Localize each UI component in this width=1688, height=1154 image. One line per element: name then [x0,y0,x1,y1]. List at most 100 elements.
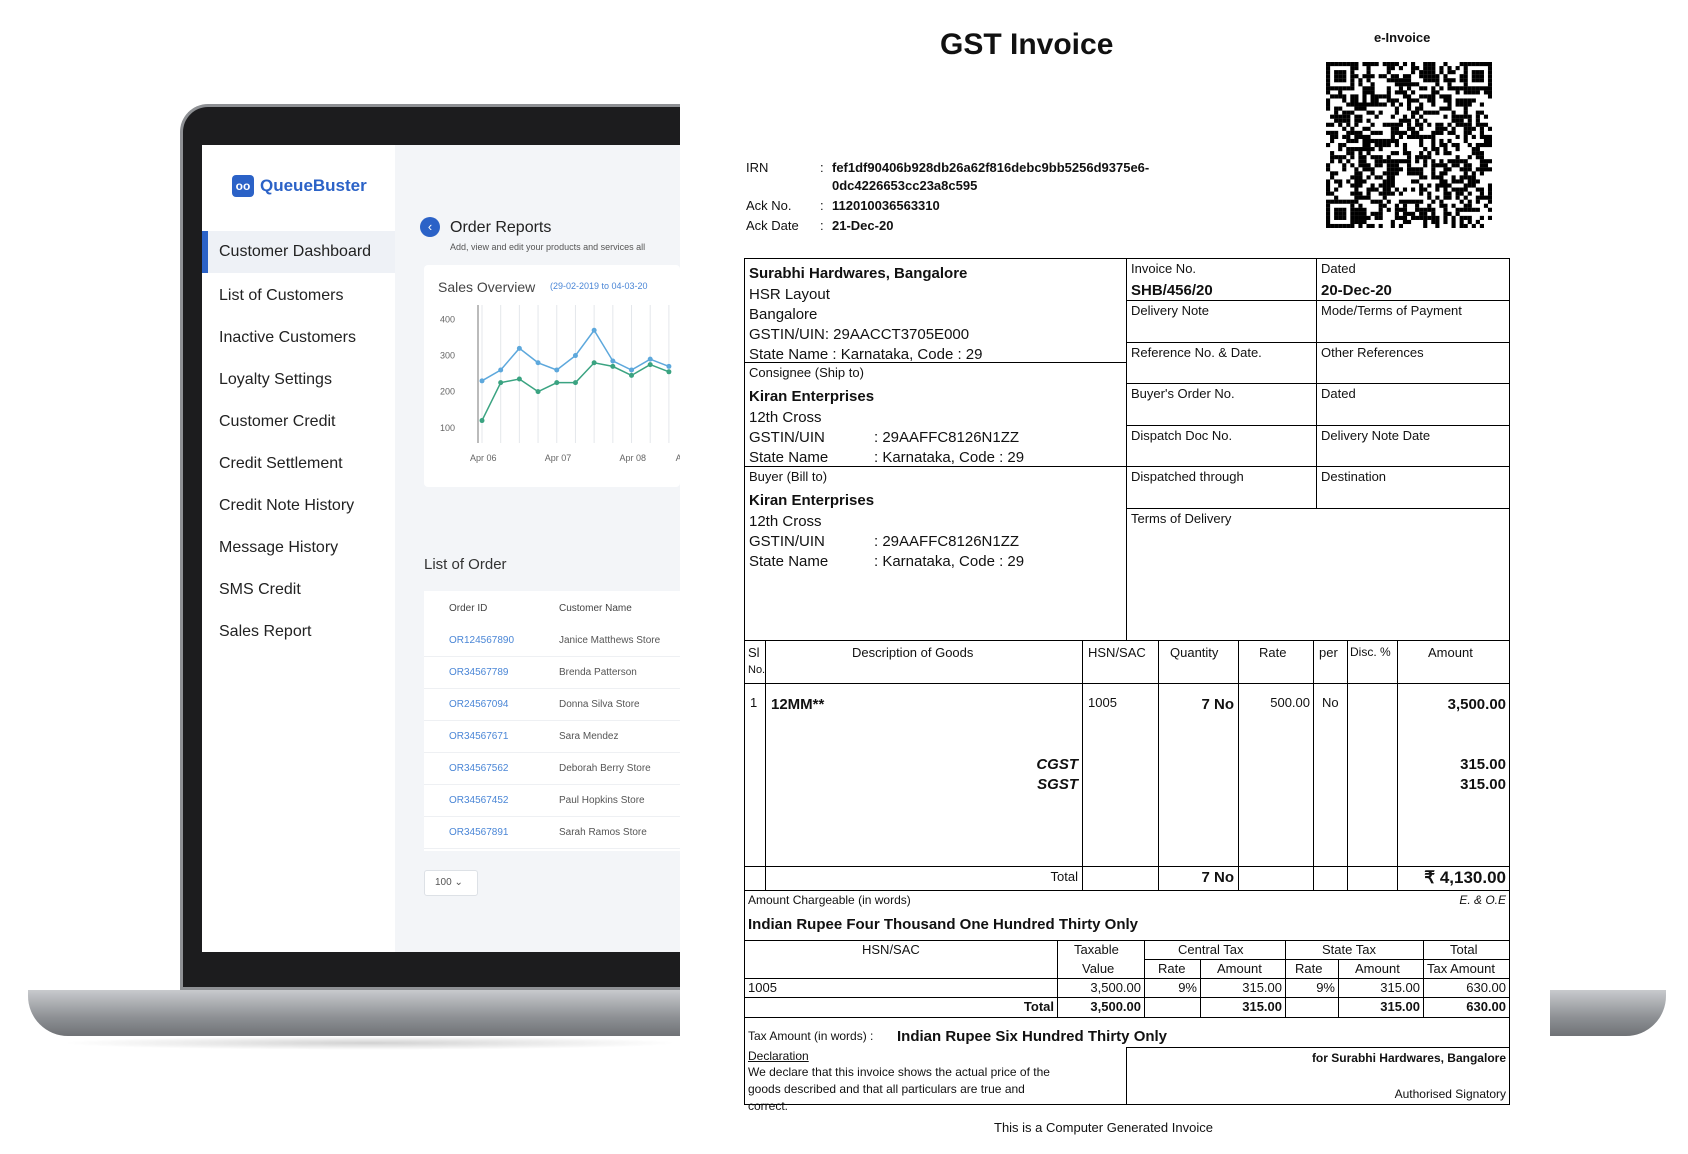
sidebar-item-sales-report[interactable]: Sales Report [202,611,395,653]
back-arrow-icon[interactable]: ‹ [420,217,440,237]
column-header-order-id[interactable]: Order ID [449,603,487,614]
qr-module [1423,66,1428,71]
qr-module [1354,66,1359,71]
order-id-link[interactable]: OR24567094 [449,699,509,710]
data-point[interactable] [629,372,635,378]
qr-module [1467,142,1472,148]
data-point[interactable] [647,362,653,368]
order-id-link[interactable]: OR124567890 [449,635,514,646]
qr-module [1358,151,1363,156]
tax-row-hsn: 1005 [748,980,777,995]
page-size-select[interactable]: 100 ⌄ [424,870,478,896]
qr-module [1326,78,1331,83]
data-point[interactable] [666,363,672,369]
qr-module [1378,130,1383,135]
qr-module [1459,78,1464,83]
table-row[interactable]: OR34567891 Sarah Ramos Store [424,817,680,849]
data-point[interactable] [666,369,672,375]
qr-module [1475,142,1480,148]
qr-module [1326,199,1331,204]
tax-total-total: 630.00 [1466,999,1506,1014]
page-subtitle: Add, view and edit your products and ser… [450,242,646,252]
qr-module [1435,126,1440,131]
table-row[interactable]: OR124567890 Janice Matthews Store [424,625,680,657]
sidebar-item-customer-credit[interactable]: Customer Credit [202,401,395,443]
data-point[interactable] [591,327,597,333]
sidebar-item-message-history[interactable]: Message History [202,527,395,569]
table-row[interactable]: OR24567094 Donna Silva Store [424,689,680,721]
data-point[interactable] [535,389,541,395]
sidebar-item-loyalty-settings[interactable]: Loyalty Settings [202,359,395,401]
qr-module [1439,203,1444,208]
sidebar-item-credit-settlement[interactable]: Credit Settlement [202,443,395,485]
qr-module [1419,151,1424,156]
sidebar-item-credit-note-history[interactable]: Credit Note History [202,485,395,527]
qr-module [1439,70,1444,75]
table-row[interactable]: OR34567671 Sara Mendez [424,721,680,753]
data-point[interactable] [572,353,578,359]
qr-module [1402,211,1408,216]
qr-module [1394,207,1399,212]
data-point[interactable] [610,358,616,364]
qr-module [1455,159,1460,164]
data-point[interactable] [610,363,616,369]
qr-module [1419,94,1424,99]
qr-module [1334,155,1339,160]
qr-module [1338,211,1343,216]
qr-module [1398,191,1404,196]
qr-module [1463,167,1468,172]
qr-module [1415,155,1420,160]
qr-module [1350,82,1355,87]
table-row[interactable]: OR34567452 Paul Hopkins Store [424,785,680,817]
qr-module [1415,179,1420,184]
data-point[interactable] [516,345,522,351]
data-point[interactable] [535,360,541,366]
order-id-link[interactable]: OR34567891 [449,827,509,838]
sidebar-item-list-of-customers[interactable]: List of Customers [202,275,395,317]
declaration-line-3: correct. [748,1099,789,1113]
qr-module [1358,203,1363,208]
order-id-link[interactable]: OR34567671 [449,731,509,742]
qr-module [1350,86,1355,91]
data-point[interactable] [591,360,597,366]
qr-module [1415,106,1420,111]
qr-module [1447,86,1452,91]
data-point[interactable] [572,380,578,386]
data-point[interactable] [479,418,485,424]
data-point[interactable] [554,367,560,373]
data-point[interactable] [498,380,504,386]
divider [1126,258,1127,641]
sidebar-item-inactive-customers[interactable]: Inactive Customers [202,317,395,359]
data-point[interactable] [554,380,560,386]
ack-date-line: Ack Date:21-Dec-20 [746,218,893,233]
order-id-link[interactable]: OR34567562 [449,763,509,774]
qr-module [1423,219,1428,225]
data-point[interactable] [629,367,635,373]
qr-module [1390,159,1395,164]
sidebar-item-sms-credit[interactable]: SMS Credit [202,569,395,611]
qr-module [1382,122,1387,127]
table-row[interactable]: OR34567789 Brenda Patterson [424,657,680,689]
data-point[interactable] [516,376,522,382]
order-id-link[interactable]: OR34567789 [449,667,509,678]
qr-module [1459,102,1464,107]
column-header-customer-name[interactable]: Customer Name [559,603,632,614]
qr-module [1447,94,1452,99]
data-point[interactable] [498,367,504,373]
data-point[interactable] [479,378,485,384]
qr-module [1419,122,1424,127]
qr-module [1415,134,1420,140]
qr-module [1378,159,1383,164]
qr-module [1334,130,1339,135]
table-row[interactable]: OR34567562 Deborah Berry Store [424,753,680,785]
qr-module [1326,82,1331,87]
ack-date-value: 21-Dec-20 [832,218,894,233]
order-id-link[interactable]: OR34567452 [449,795,509,806]
logo[interactable]: oo QueueBuster [232,175,367,197]
data-point[interactable] [647,356,653,362]
qr-module [1443,163,1448,168]
sidebar-item-customer-dashboard[interactable]: Customer Dashboard [202,231,395,273]
qr-module [1431,94,1436,99]
qr-module [1346,159,1351,164]
qr-module [1415,203,1420,208]
